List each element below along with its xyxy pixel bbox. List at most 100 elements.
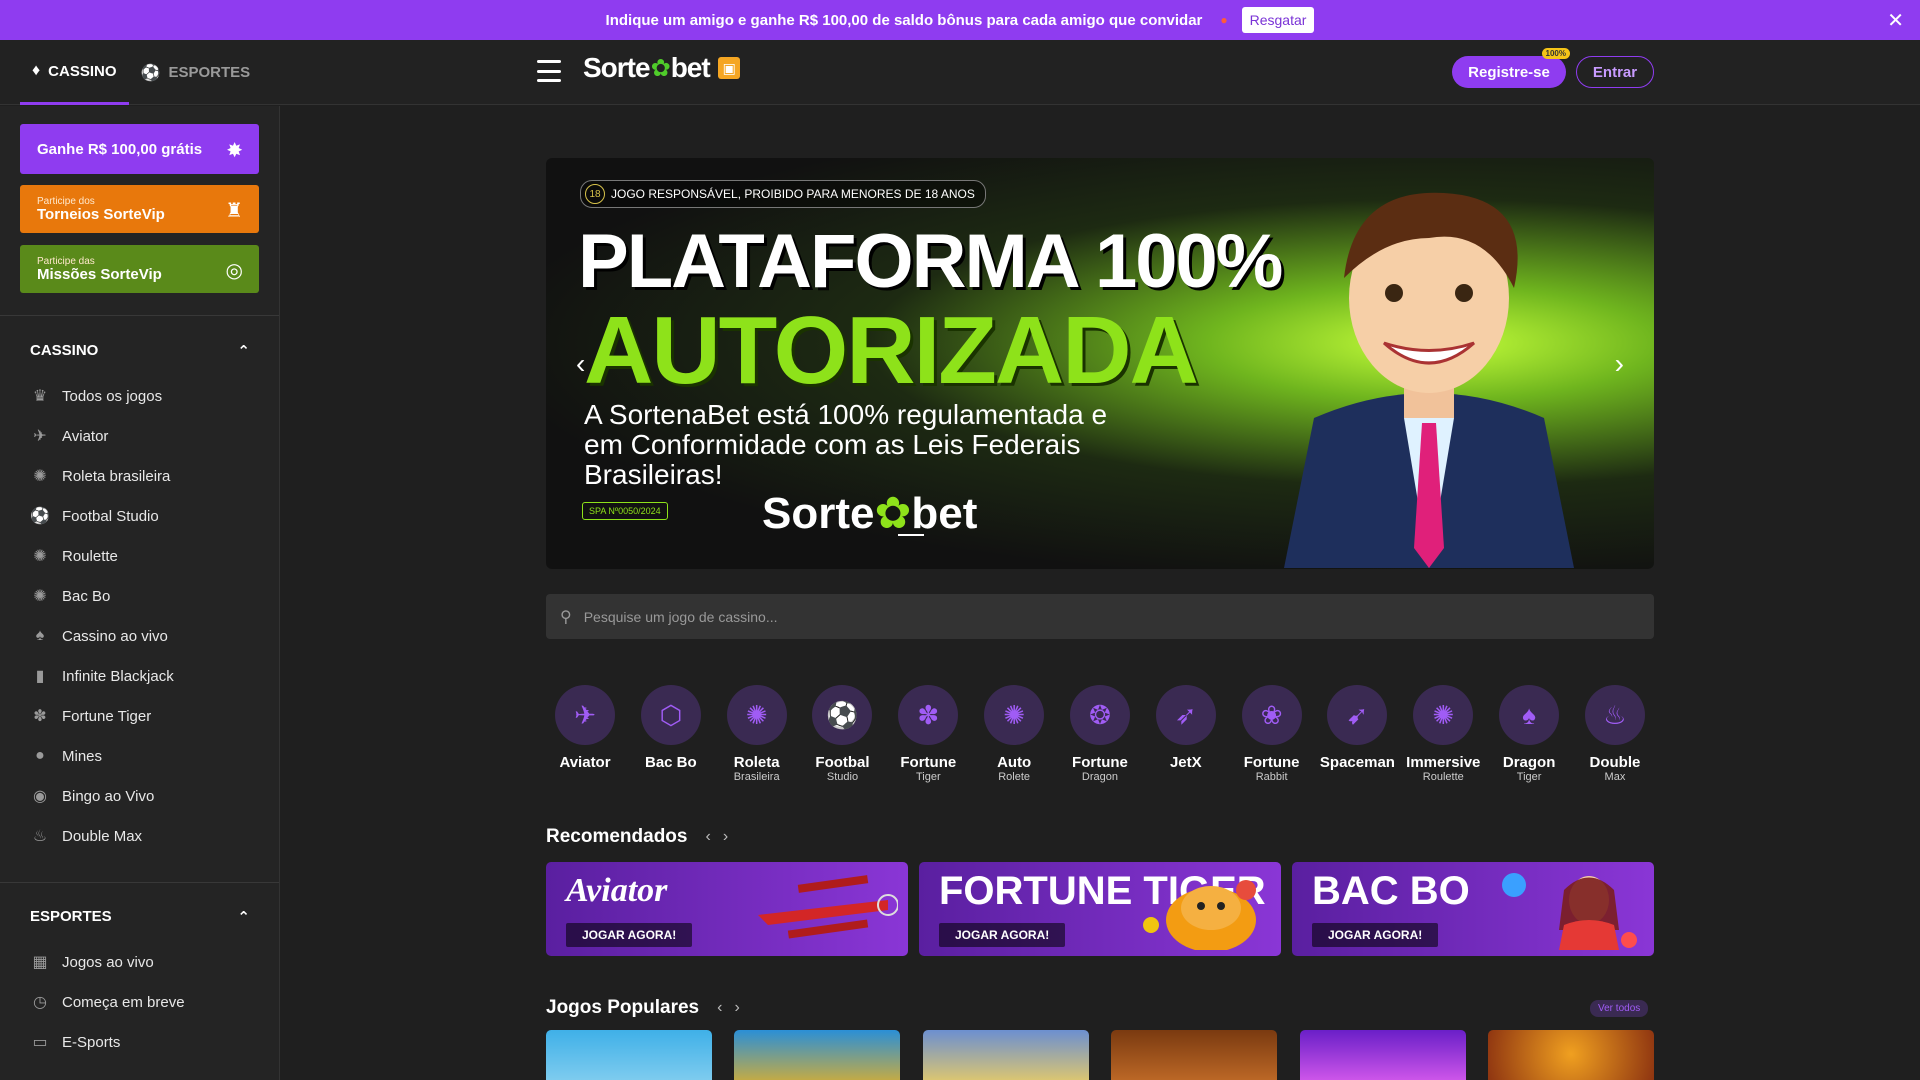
redeem-button[interactable]: Resgatar xyxy=(1241,7,1315,33)
game-category-item[interactable]: ♨ Double Max xyxy=(1576,685,1654,783)
category-subname: Tiger xyxy=(915,771,941,783)
carousel-next-icon[interactable]: › xyxy=(1615,348,1624,380)
game-category-item[interactable]: ⬡ Bac Bo xyxy=(632,685,710,783)
game-category-item[interactable]: ❂ Fortune Dragon xyxy=(1061,685,1139,783)
rabbit-icon: ❀ xyxy=(1241,685,1302,745)
sparkle-icon: ✸ xyxy=(226,140,243,162)
sidebar-item[interactable]: ✺ Bac Bo xyxy=(30,576,260,616)
close-icon[interactable]: ✕ xyxy=(1887,8,1904,33)
gift-icon[interactable]: ▣ xyxy=(717,57,740,79)
game-category-item[interactable]: ➹ Spaceman xyxy=(1318,685,1396,783)
game-category-item[interactable]: ⚽ Footbal Studio xyxy=(803,685,881,783)
menu-icon[interactable] xyxy=(537,60,561,82)
game-search-bar: ⚲ xyxy=(546,594,1654,639)
sidebar-item[interactable]: ⚽ Footbal Studio xyxy=(30,496,260,536)
sports-nav-list: ▦ Jogos ao vivo ◷ Começa em breve ▭ E-Sports xyxy=(30,942,260,1062)
plane-illustration xyxy=(758,875,898,939)
carousel-dot[interactable] xyxy=(898,534,924,536)
category-name: Footbal xyxy=(815,754,870,771)
sidebar-item[interactable]: ▮ Infinite Blackjack xyxy=(30,656,260,696)
sidebar-item[interactable]: ▦ Jogos ao vivo xyxy=(30,942,260,982)
sidebar-item[interactable]: ● Mines xyxy=(30,736,260,776)
game-category-item[interactable]: ✺ Immersive Roulette xyxy=(1404,685,1482,783)
site-logo[interactable]: Sorte ✿ bet ▣ xyxy=(583,52,740,84)
carousel-prev-icon[interactable]: ‹ xyxy=(576,348,585,380)
game-search-input[interactable] xyxy=(583,608,1484,625)
game-category-item[interactable]: ✺ Auto Rolete xyxy=(975,685,1053,783)
banner-headline: PLATAFORMA 100% xyxy=(578,219,1283,304)
bonus-card[interactable]: Ganhe R$ 100,00 grátis ✸ xyxy=(20,124,259,174)
sidebar-item[interactable]: ✈ Aviator xyxy=(30,416,260,456)
register-button[interactable]: Registre-se 100% xyxy=(1452,48,1570,88)
game-category-item[interactable]: ➶ JetX xyxy=(1147,685,1225,783)
clover-icon: ✿ xyxy=(650,54,671,82)
tab-label: ESPORTES xyxy=(168,64,251,81)
recommended-card-aviator[interactable]: Aviator JOGAR AGORA! xyxy=(546,862,908,956)
sidebar-item-label: Aviator xyxy=(62,427,109,445)
clock-icon: ◷ xyxy=(33,994,47,1011)
game-thumbnail[interactable] xyxy=(1299,1030,1466,1080)
divider xyxy=(0,315,279,316)
referral-promo-bar: Indique um amigo e ganhe R$ 100,00 de sa… xyxy=(0,0,1920,40)
sidebar-item[interactable]: ♛ Todos os jogos xyxy=(30,376,260,416)
tab-sports[interactable]: ⚽ ESPORTES xyxy=(129,40,263,105)
sidebar-item[interactable]: ✽ Fortune Tiger xyxy=(30,696,260,736)
category-name: Dragon xyxy=(1502,754,1556,771)
target-icon: ◎ xyxy=(225,260,243,282)
game-category-item[interactable]: ✽ Fortune Tiger xyxy=(889,685,967,783)
game-category-item[interactable]: ✺ Roleta Brasileira xyxy=(718,685,796,783)
tab-casino[interactable]: ♦ CASSINO xyxy=(20,40,129,105)
sidebar-item-label: Roleta brasileira xyxy=(62,467,171,485)
dice-icon: ⬡ xyxy=(640,685,701,745)
game-category-item[interactable]: ✈ Aviator xyxy=(546,685,624,783)
casino-section-header[interactable]: CASSINO ⌃ xyxy=(30,342,250,360)
sidebar-item[interactable]: ♠ Cassino ao vivo xyxy=(30,616,260,656)
sidebar-item[interactable]: ✺ Roulette xyxy=(30,536,260,576)
game-category-item[interactable]: ♠ Dragon Tiger xyxy=(1490,685,1568,783)
sidebar-item-label: Footbal Studio xyxy=(62,507,159,525)
game-thumbnail[interactable] xyxy=(546,1030,712,1080)
game-category-item[interactable]: ❀ Fortune Rabbit xyxy=(1233,685,1311,783)
chevron-right-icon[interactable]: › xyxy=(734,999,739,1017)
play-now-button[interactable]: JOGAR AGORA! xyxy=(566,923,693,947)
sidebar-item[interactable]: ◷ Começa em breve xyxy=(30,982,260,1022)
logo-text: bet xyxy=(670,52,711,83)
play-now-button[interactable]: JOGAR AGORA! xyxy=(1312,923,1439,947)
login-button[interactable]: Entrar xyxy=(1576,56,1654,88)
plane-icon: ✈ xyxy=(33,428,47,445)
sidebar-item[interactable]: ✺ Roleta brasileira xyxy=(30,456,260,496)
sidebar-item[interactable]: ◉ Bingo ao Vivo xyxy=(30,776,260,816)
cards-icon: ♠ xyxy=(1499,685,1560,745)
paw-icon: ✽ xyxy=(898,685,959,745)
play-now-button[interactable]: JOGAR AGORA! xyxy=(939,923,1066,947)
sports-section-header[interactable]: ESPORTES ⌃ xyxy=(30,908,250,926)
sidebar-item[interactable]: ♨ Double Max xyxy=(30,816,260,856)
sidebar-item-label: E-Sports xyxy=(62,1033,121,1051)
sidebar-item[interactable]: ▭ E-Sports xyxy=(30,1022,260,1062)
game-thumbnail[interactable] xyxy=(734,1030,901,1080)
flame-icon: ● xyxy=(1220,13,1228,27)
category-name: Fortune xyxy=(1072,754,1128,771)
recommended-card-bac-bo[interactable]: BAC BO JOGAR AGORA! xyxy=(1292,862,1654,956)
chevron-right-icon[interactable]: › xyxy=(723,828,728,846)
game-thumbnail[interactable] xyxy=(1487,1030,1654,1080)
game-thumbnail[interactable] xyxy=(922,1030,1089,1080)
gamepad-icon: ▭ xyxy=(32,1034,48,1051)
banner-logo: Sorte✿bet xyxy=(762,488,977,539)
category-subname: Max xyxy=(1604,771,1626,783)
tiger-illustration xyxy=(1143,880,1256,950)
chevron-left-icon[interactable]: ‹ xyxy=(705,828,710,846)
section-title: Recomendados xyxy=(546,826,688,847)
section-title: ESPORTES xyxy=(30,908,112,925)
recommended-card-fortune-tiger[interactable]: FORTUNE TIGER JOGAR AGORA! xyxy=(919,862,1281,956)
chevron-left-icon[interactable]: ‹ xyxy=(717,999,722,1017)
sidebar: Ganhe R$ 100,00 grátis ✸ Participe dos T… xyxy=(0,106,280,1080)
see-all-link[interactable]: Ver todos xyxy=(1590,1000,1649,1017)
category-name: Spaceman xyxy=(1319,754,1395,771)
category-name: Roleta xyxy=(733,754,780,771)
sidebar-item-label: Bac Bo xyxy=(62,587,111,605)
hero-banner[interactable]: 18 JOGO RESPONSÁVEL, PROIBIDO PARA MENOR… xyxy=(546,158,1654,569)
tournaments-card[interactable]: Participe dos Torneios SorteVip ♜ xyxy=(20,185,259,233)
missions-card[interactable]: Participe das Missões SorteVip ◎ xyxy=(20,245,259,293)
game-thumbnail[interactable] xyxy=(1111,1030,1278,1080)
